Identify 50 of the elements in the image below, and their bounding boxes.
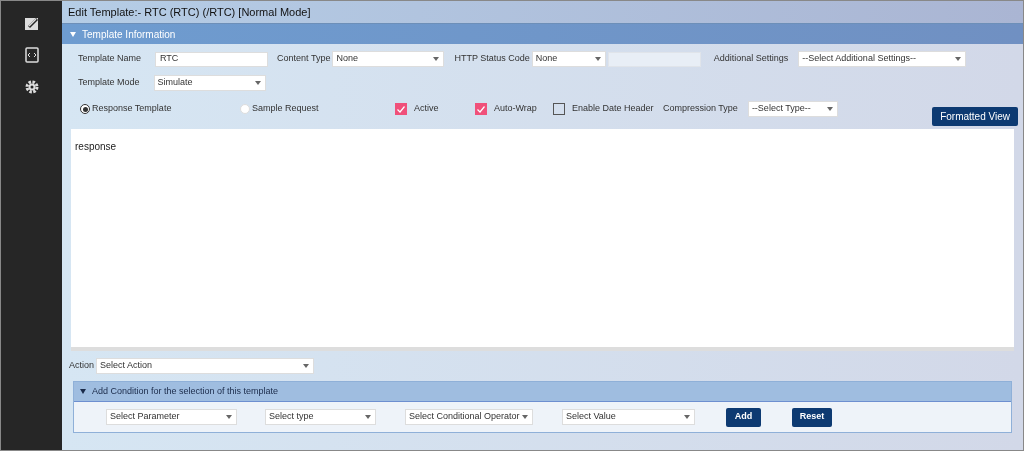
checkbox-label: Active (414, 102, 439, 116)
radio-label: Response Template (92, 102, 172, 116)
dropdown-caret-icon (826, 107, 833, 111)
template-name-field[interactable]: RTC (155, 51, 269, 67)
checkbox-label: Auto-Wrap (494, 102, 537, 116)
checkbox[interactable] (475, 103, 487, 115)
settings-icon[interactable] (23, 79, 40, 95)
field-label: Additional Settings (713, 52, 789, 66)
checkbox-label: Enable Date Header (572, 102, 654, 116)
section-header[interactable]: Add Condition for the selection of this template (74, 382, 1011, 402)
field-label: Template Name (78, 52, 142, 66)
checkbox[interactable] (553, 103, 565, 115)
field-label: Template Mode (78, 76, 140, 90)
dropdown-caret-icon (254, 81, 261, 85)
dropdown[interactable]: Select Value (562, 409, 695, 425)
reset-button[interactable]: Reset (792, 407, 832, 427)
dropdown[interactable]: Select Action (96, 358, 314, 374)
input-field[interactable] (607, 51, 701, 67)
editor-text: response (75, 141, 117, 152)
section-title: Template Information (82, 27, 176, 42)
radio-label: Sample Request (252, 102, 319, 116)
dropdown[interactable]: Simulate (153, 75, 266, 91)
formatted-view-button[interactable]: Formatted View (932, 107, 1018, 126)
dropdown-caret-icon (594, 57, 601, 61)
dropdown[interactable]: None (332, 51, 445, 67)
editor-area[interactable]: response (71, 129, 1014, 351)
dropdown-caret-icon (522, 415, 528, 419)
dropdown-caret-icon (955, 57, 962, 61)
dropdown[interactable]: --Select Type-- (747, 101, 838, 117)
field-label: HTTP Status Code (454, 52, 530, 66)
dropdown-caret-icon (226, 415, 232, 419)
field-label: Compression Type (663, 102, 738, 116)
section-title: Add Condition for the selection of this template (92, 384, 279, 398)
dropdown-caret-icon (684, 415, 690, 419)
code-file-icon[interactable] (23, 47, 40, 63)
field-label: Content Type (277, 52, 331, 66)
checkbox[interactable] (395, 103, 407, 115)
dropdown-caret-icon (433, 57, 440, 61)
dropdown[interactable]: --Select Additional Settings-- (798, 51, 967, 67)
radio-button[interactable] (80, 104, 90, 114)
dropdown[interactable]: Select Parameter (106, 409, 237, 425)
window-title: Edit Template:- RTC (RTC) (/RTC) [Normal Mode] (62, 1, 1023, 24)
field-label: Action (69, 359, 94, 373)
dropdown[interactable]: None (531, 51, 606, 67)
add-button[interactable]: Add (726, 407, 761, 427)
edit-document-icon[interactable] (23, 15, 40, 31)
dropdown-caret-icon (303, 364, 309, 368)
dropdown[interactable]: Select Conditional Operator (405, 409, 533, 425)
dropdown-caret-icon (365, 415, 371, 419)
dropdown[interactable]: Select type (265, 409, 376, 425)
